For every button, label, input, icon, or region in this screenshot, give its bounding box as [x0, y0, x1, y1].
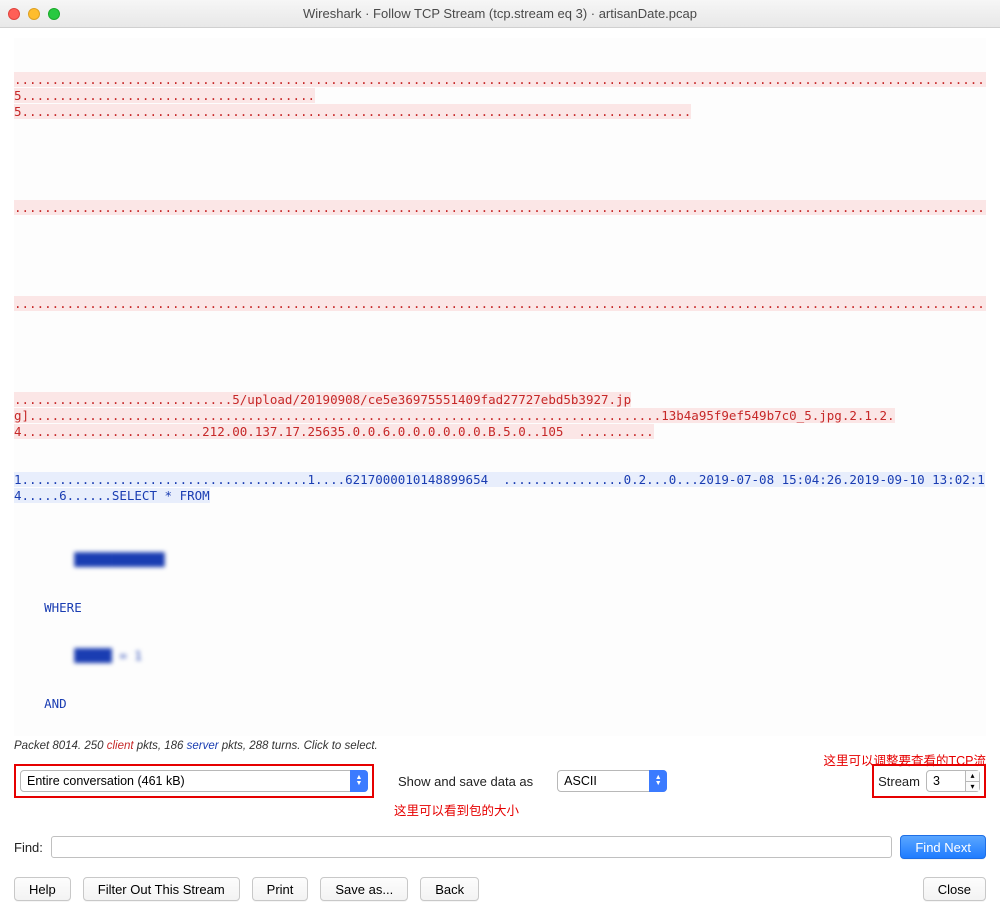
minimize-window-icon[interactable] — [28, 8, 40, 20]
window-title: Wireshark · Follow TCP Stream (tcp.strea… — [0, 6, 1000, 21]
filter-out-button[interactable]: Filter Out This Stream — [83, 877, 240, 901]
find-label: Find: — [14, 840, 43, 855]
find-input[interactable] — [51, 836, 892, 858]
format-select[interactable]: ASCII — [557, 770, 667, 792]
client-data: ........................................… — [14, 296, 986, 311]
client-data: ........................................… — [14, 200, 986, 215]
titlebar: Wireshark · Follow TCP Stream (tcp.strea… — [0, 0, 1000, 28]
highlight-conversation: Entire conversation (461 kB) ▲▼ — [14, 764, 374, 798]
stream-label: Stream — [878, 774, 920, 789]
help-button[interactable]: Help — [14, 877, 71, 901]
chevron-up-icon[interactable]: ▴ — [966, 771, 979, 782]
find-next-button[interactable]: Find Next — [900, 835, 986, 859]
close-window-icon[interactable] — [8, 8, 20, 20]
server-data: 1......................................1… — [14, 472, 985, 503]
print-button[interactable]: Print — [252, 877, 309, 901]
client-data: .............................5/upload/20… — [14, 392, 895, 439]
client-data: ........................................… — [14, 72, 986, 119]
annotation-size: 这里可以看到包的大小 — [394, 800, 986, 819]
tcp-stream-content[interactable]: ........................................… — [14, 38, 986, 736]
close-button[interactable]: Close — [923, 877, 986, 901]
conversation-select[interactable]: Entire conversation (461 kB) — [20, 770, 368, 792]
annotation-stream: 这里可以调整要查看的TCP流 — [823, 750, 986, 769]
sql-query: ████████████ WHERE █████ = 1 AND ███████… — [14, 536, 986, 736]
stream-number-input[interactable] — [926, 770, 966, 792]
show-as-label: Show and save data as — [398, 774, 533, 789]
stream-stepper[interactable]: ▴ ▾ — [966, 770, 980, 792]
maximize-window-icon[interactable] — [48, 8, 60, 20]
highlight-stream: Stream ▴ ▾ — [872, 764, 986, 798]
save-as-button[interactable]: Save as... — [320, 877, 408, 901]
back-button[interactable]: Back — [420, 877, 479, 901]
chevron-down-icon[interactable]: ▾ — [966, 782, 979, 792]
window-controls — [8, 8, 60, 20]
